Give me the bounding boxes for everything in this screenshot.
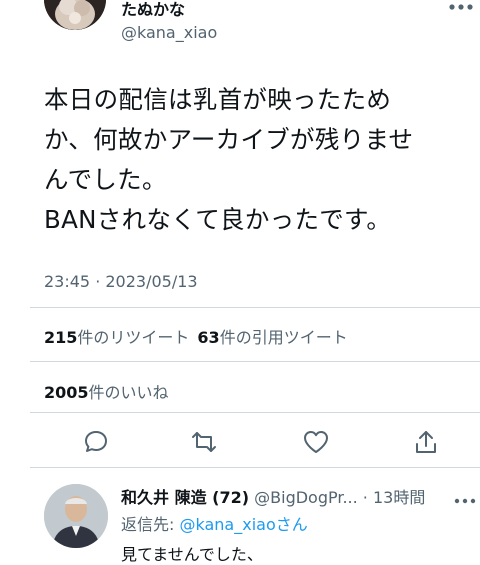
reply-author-name[interactable]: 和久井 陳造 (72) — [121, 488, 249, 507]
retweets-label: 件のリツイート — [77, 328, 190, 347]
author-handle[interactable]: @kana_xiao — [121, 23, 217, 42]
engagement-stats: 215件のリツイート 63件の引用ツイート — [44, 324, 348, 348]
divider — [30, 467, 480, 468]
reply-icon[interactable] — [82, 428, 110, 456]
quotes-count: 63 — [197, 328, 220, 347]
replying-to-handle[interactable]: @kana_xiao — [179, 515, 275, 534]
tweet-timestamp[interactable]: 23:45 · 2023/05/13 — [44, 272, 198, 291]
divider — [30, 307, 480, 308]
retweets-stat[interactable]: 215件のリツイート — [44, 328, 189, 347]
replying-to-label: 返信先: — [121, 515, 180, 534]
reply-text: 見てませんでした、 — [121, 545, 263, 564]
likes-label: 件のいいね — [88, 383, 169, 402]
tweet-text: 本日の配信は乳首が映ったため か、何故かアーカイブが残りませ んでした。 BAN… — [44, 85, 414, 234]
reply-header: 和久井 陳造 (72) @BigDogPr... · 13時間 — [121, 484, 425, 508]
author-display-name[interactable]: たぬかな — [121, 0, 185, 20]
replying-to: 返信先: @kana_xiaoさん — [121, 511, 308, 535]
retweet-icon[interactable] — [190, 428, 218, 456]
author-avatar[interactable] — [44, 0, 106, 30]
replying-to-suffix: さん — [275, 515, 308, 534]
reply-handle-time[interactable]: @BigDogPr... · 13時間 — [254, 488, 425, 507]
likes-stat[interactable]: 2005件のいいね — [44, 379, 169, 403]
divider — [30, 361, 480, 362]
more-options-icon[interactable] — [448, 0, 474, 12]
reply-author-avatar[interactable] — [44, 484, 108, 548]
quotes-stat[interactable]: 63件の引用ツイート — [197, 328, 347, 347]
retweets-count: 215 — [44, 328, 78, 347]
share-icon[interactable] — [412, 428, 440, 456]
reply-more-options-icon[interactable] — [454, 490, 476, 504]
like-icon[interactable] — [302, 428, 330, 456]
quotes-label: 件の引用ツイート — [219, 328, 348, 347]
divider — [30, 412, 480, 413]
likes-count: 2005 — [44, 383, 89, 402]
